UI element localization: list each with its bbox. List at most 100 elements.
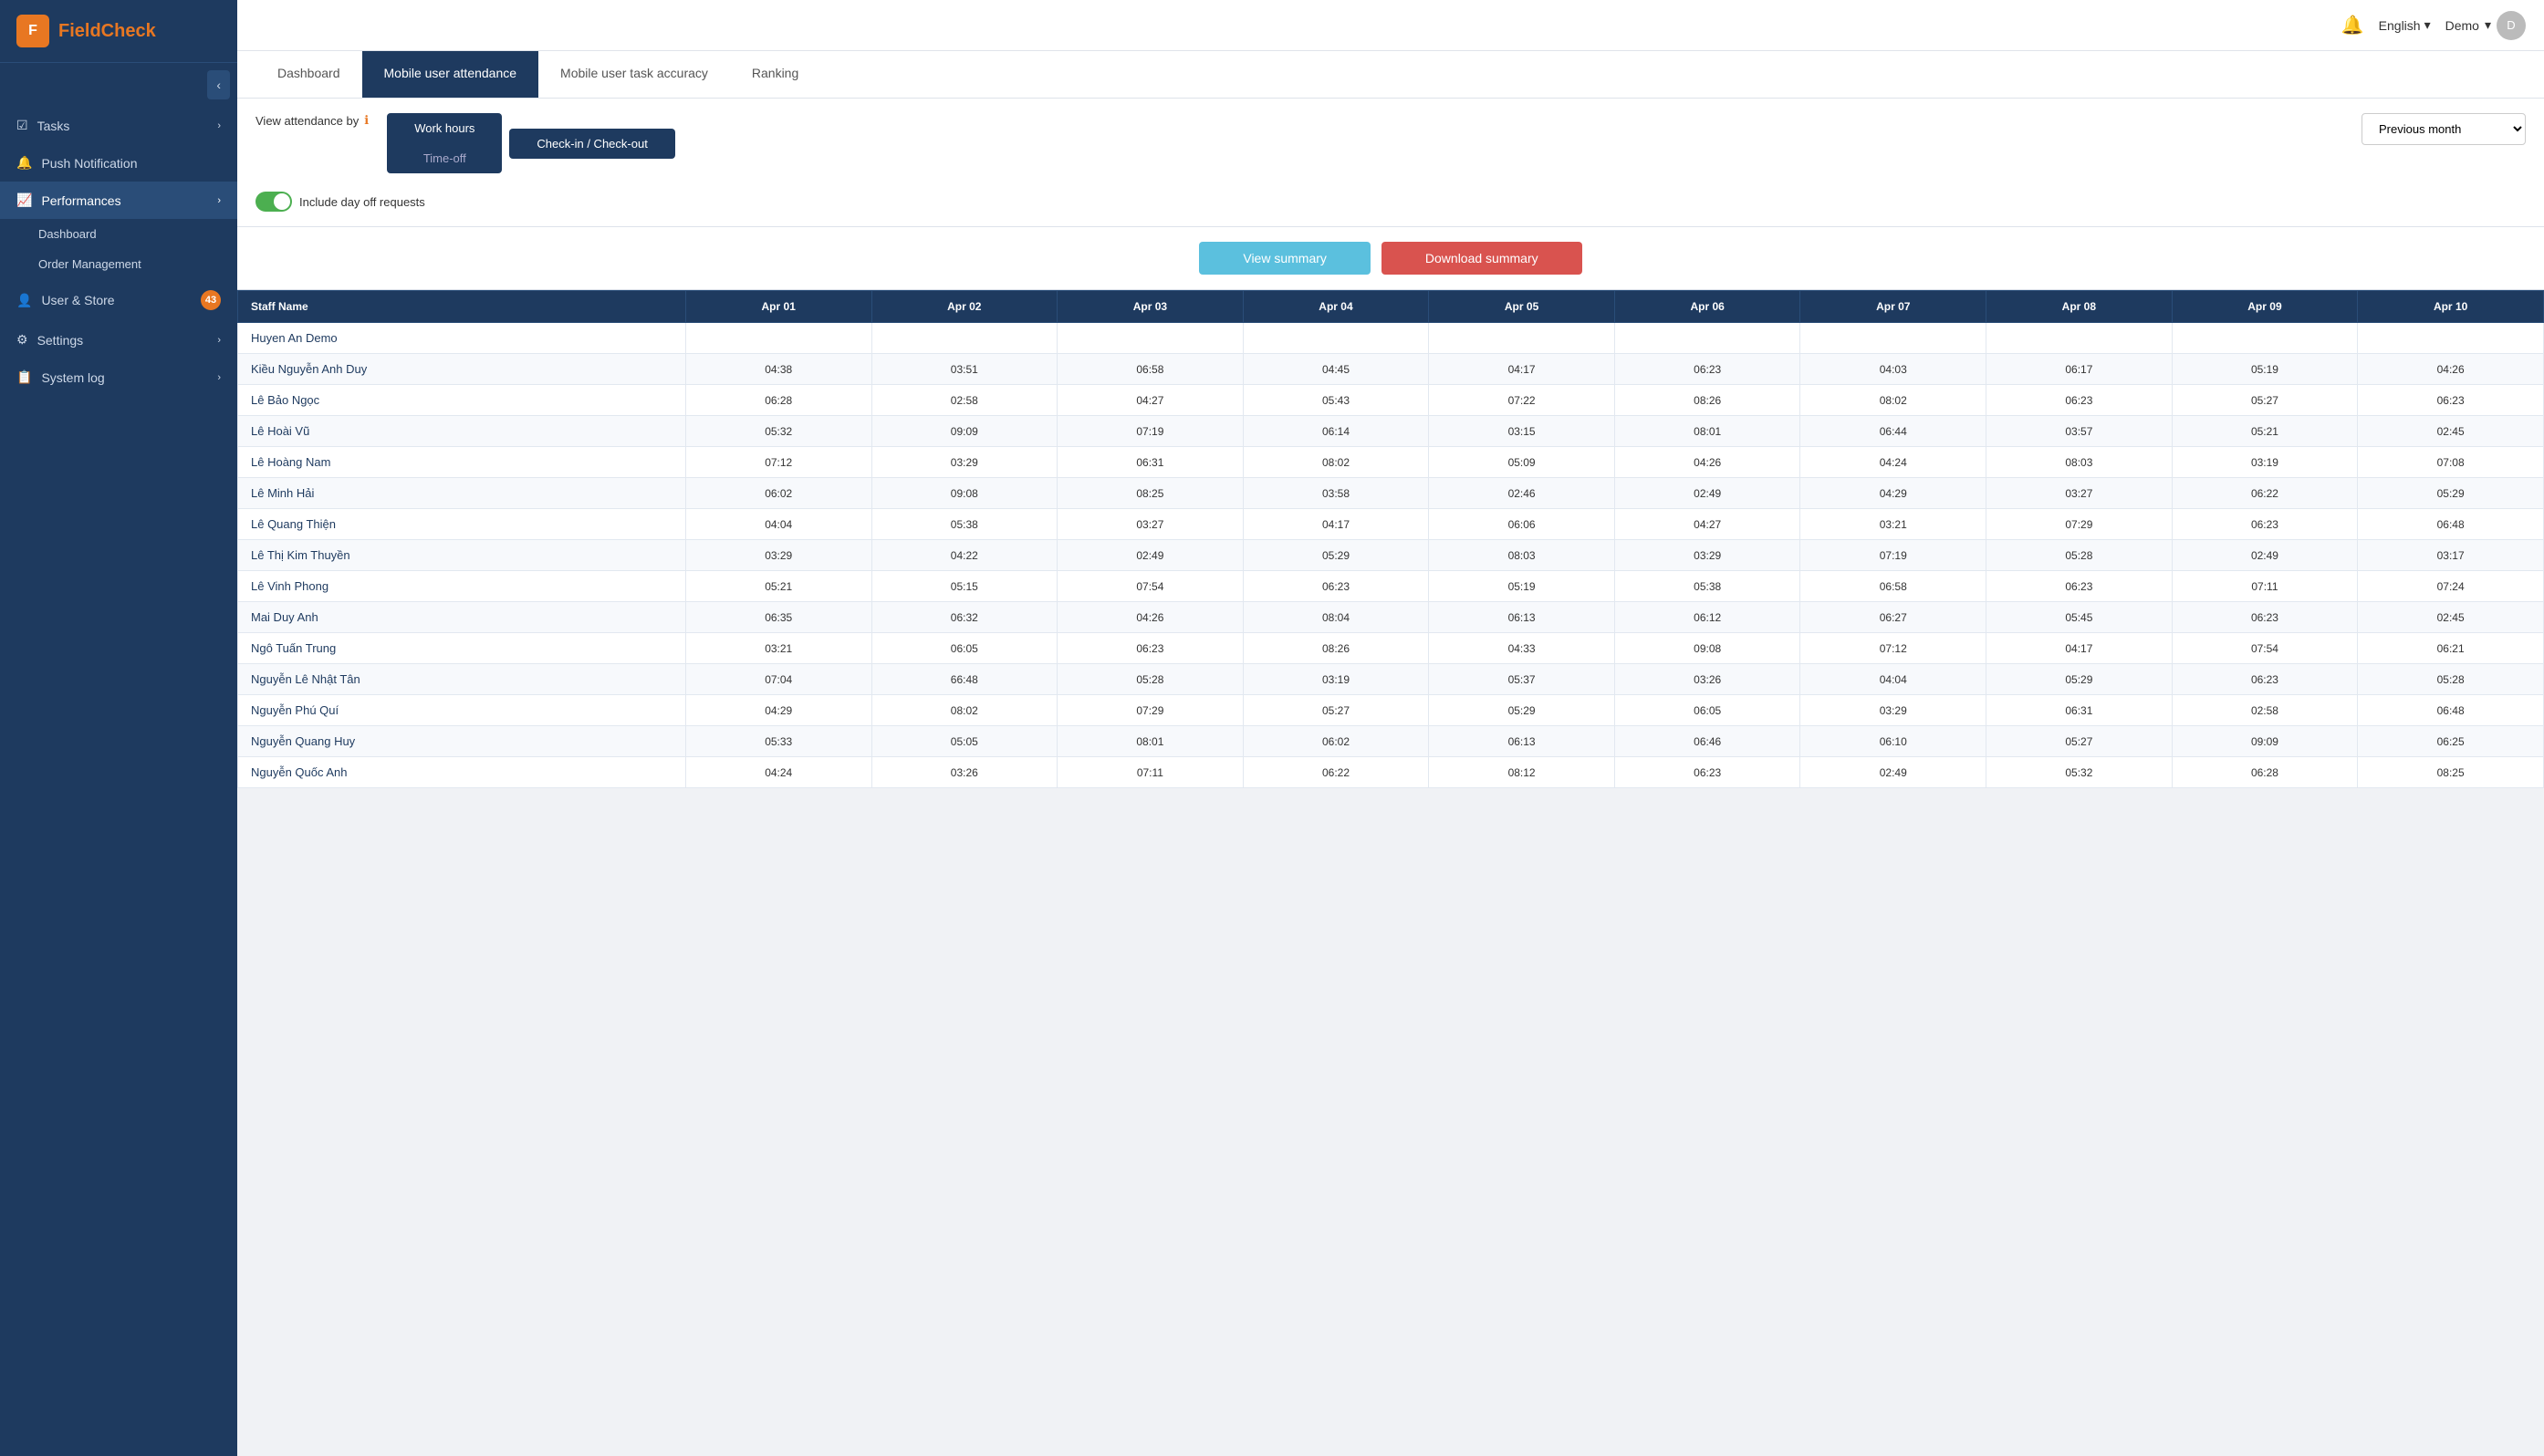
attendance-cell: 06:28 xyxy=(2172,757,2358,788)
table-header-Apr-05: Apr 05 xyxy=(1429,291,1615,323)
attendance-cell: 03:29 xyxy=(871,447,1058,478)
notification-icon-button[interactable]: 🔔 xyxy=(2341,14,2364,36)
attendance-cell xyxy=(2358,323,2544,354)
attendance-cell: 03:21 xyxy=(1800,509,1986,540)
summary-buttons-section: View summary Download summary xyxy=(237,227,2544,290)
tab-dashboard[interactable]: Dashboard xyxy=(255,51,362,98)
attendance-cell: 06:05 xyxy=(871,633,1058,664)
attendance-cell: 05:29 xyxy=(2358,478,2544,509)
avatar: D xyxy=(2497,11,2526,40)
sidebar-item-tasks[interactable]: ☑ Tasks › xyxy=(0,107,237,144)
attendance-cell: 03:15 xyxy=(1429,416,1615,447)
checkin-checkout-button[interactable]: Check-in / Check-out xyxy=(509,129,674,159)
system-log-icon: 📋 xyxy=(16,369,32,385)
attendance-cell: 07:19 xyxy=(1058,416,1244,447)
attendance-cell: 07:54 xyxy=(2172,633,2358,664)
table-row: Ngô Tuấn Trung03:2106:0506:2308:2604:330… xyxy=(238,633,2544,664)
sidebar-item-performances[interactable]: 📈 Performances › xyxy=(0,182,237,219)
staff-name-cell: Lê Hoài Vũ xyxy=(238,416,686,447)
attendance-cell: 08:02 xyxy=(1800,385,1986,416)
attendance-cell: 08:25 xyxy=(2358,757,2544,788)
attendance-cell: 03:51 xyxy=(871,354,1058,385)
attendance-cell: 02:58 xyxy=(2172,695,2358,726)
attendance-cell: 05:05 xyxy=(871,726,1058,757)
attendance-cell: 02:45 xyxy=(2358,416,2544,447)
sidebar-collapse-button[interactable]: ‹ xyxy=(207,70,230,99)
sidebar-sub-item-order-management[interactable]: Order Management xyxy=(0,249,237,279)
view-summary-button[interactable]: View summary xyxy=(1199,242,1371,275)
attendance-cell: 05:32 xyxy=(1986,757,2173,788)
info-icon[interactable]: ℹ xyxy=(364,113,369,128)
table-header-Apr-03: Apr 03 xyxy=(1058,291,1244,323)
table-row: Lê Quang Thiện04:0405:3803:2704:1706:060… xyxy=(238,509,2544,540)
user-menu[interactable]: Demo ▾ D xyxy=(2445,11,2526,40)
sidebar-item-settings[interactable]: ⚙ Settings › xyxy=(0,321,237,359)
attendance-cell: 03:58 xyxy=(1243,478,1429,509)
attendance-cell: 06:31 xyxy=(1986,695,2173,726)
table-header-Apr-06: Apr 06 xyxy=(1614,291,1800,323)
work-hours-button[interactable]: Work hours xyxy=(387,113,502,143)
download-summary-button[interactable]: Download summary xyxy=(1381,242,1582,275)
table-header-Apr-08: Apr 08 xyxy=(1986,291,2173,323)
attendance-cell: 06:27 xyxy=(1800,602,1986,633)
attendance-cell: 06:13 xyxy=(1429,726,1615,757)
attendance-cell: 06:23 xyxy=(1058,633,1244,664)
user-store-badge: 43 xyxy=(201,290,221,310)
attendance-cell xyxy=(871,323,1058,354)
language-chevron-icon: ▾ xyxy=(2424,17,2431,33)
attendance-cell: 02:49 xyxy=(1800,757,1986,788)
app-logo-icon: F xyxy=(16,15,49,47)
period-selector-section: Previous month Current month Custom rang… xyxy=(2362,113,2526,145)
attendance-cell: 08:03 xyxy=(1429,540,1615,571)
attendance-cell: 02:49 xyxy=(1614,478,1800,509)
attendance-cell: 08:02 xyxy=(871,695,1058,726)
attendance-cell: 06:05 xyxy=(1614,695,1800,726)
attendance-cell: 08:26 xyxy=(1243,633,1429,664)
attendance-cell: 06:23 xyxy=(1986,571,2173,602)
attendance-cell: 03:27 xyxy=(1986,478,2173,509)
user-store-icon: 👤 xyxy=(16,293,32,308)
table-row: Mai Duy Anh06:3506:3204:2608:0406:1306:1… xyxy=(238,602,2544,633)
attendance-cell: 07:54 xyxy=(1058,571,1244,602)
sidebar-item-user-store[interactable]: 👤 User & Store 43 xyxy=(0,279,237,321)
user-chevron-icon: ▾ xyxy=(2485,17,2491,33)
attendance-cell: 06:12 xyxy=(1614,602,1800,633)
table-row: Nguyễn Quốc Anh04:2403:2607:1106:2208:12… xyxy=(238,757,2544,788)
view-attendance-label: View attendance by xyxy=(255,114,359,128)
sidebar-item-push-notification[interactable]: 🔔 Push Notification xyxy=(0,144,237,182)
attendance-cell: 04:26 xyxy=(1614,447,1800,478)
system-log-chevron-icon: › xyxy=(217,372,221,383)
attendance-cell: 04:04 xyxy=(1800,664,1986,695)
attendance-cell: 03:29 xyxy=(1800,695,1986,726)
table-row: Nguyễn Quang Huy05:3305:0508:0106:0206:1… xyxy=(238,726,2544,757)
attendance-cell: 06:32 xyxy=(871,602,1058,633)
attendance-cell: 05:19 xyxy=(2172,354,2358,385)
table-row: Nguyễn Phú Quí04:2908:0207:2905:2705:290… xyxy=(238,695,2544,726)
attendance-cell: 07:29 xyxy=(1058,695,1244,726)
language-selector[interactable]: English ▾ xyxy=(2379,17,2431,33)
sidebar-item-system-log[interactable]: 📋 System log › xyxy=(0,359,237,396)
period-select[interactable]: Previous month Current month Custom rang… xyxy=(2362,113,2526,145)
attendance-cell: 07:22 xyxy=(1429,385,1615,416)
attendance-cell xyxy=(1614,323,1800,354)
include-dayoff-toggle[interactable] xyxy=(255,192,292,212)
attendance-cell xyxy=(1986,323,2173,354)
staff-name-cell: Lê Quang Thiện xyxy=(238,509,686,540)
table-row: Huyen An Demo xyxy=(238,323,2544,354)
attendance-cell: 04:29 xyxy=(1800,478,1986,509)
table-header-Apr-09: Apr 09 xyxy=(2172,291,2358,323)
attendance-cell: 03:27 xyxy=(1058,509,1244,540)
attendance-cell: 06:22 xyxy=(1243,757,1429,788)
attendance-cell: 06:48 xyxy=(2358,695,2544,726)
attendance-cell: 05:38 xyxy=(871,509,1058,540)
attendance-cell: 06:23 xyxy=(1243,571,1429,602)
attendance-cell: 09:09 xyxy=(871,416,1058,447)
performances-icon: 📈 xyxy=(16,192,32,208)
attendance-cell: 04:38 xyxy=(685,354,871,385)
tab-mobile-user-attendance[interactable]: Mobile user attendance xyxy=(362,51,539,98)
tab-ranking[interactable]: Ranking xyxy=(730,51,820,98)
time-off-button[interactable]: Time-off xyxy=(387,143,502,173)
tab-mobile-user-task-accuracy[interactable]: Mobile user task accuracy xyxy=(538,51,730,98)
sidebar-sub-item-dashboard[interactable]: Dashboard xyxy=(0,219,237,249)
attendance-cell: 09:09 xyxy=(2172,726,2358,757)
